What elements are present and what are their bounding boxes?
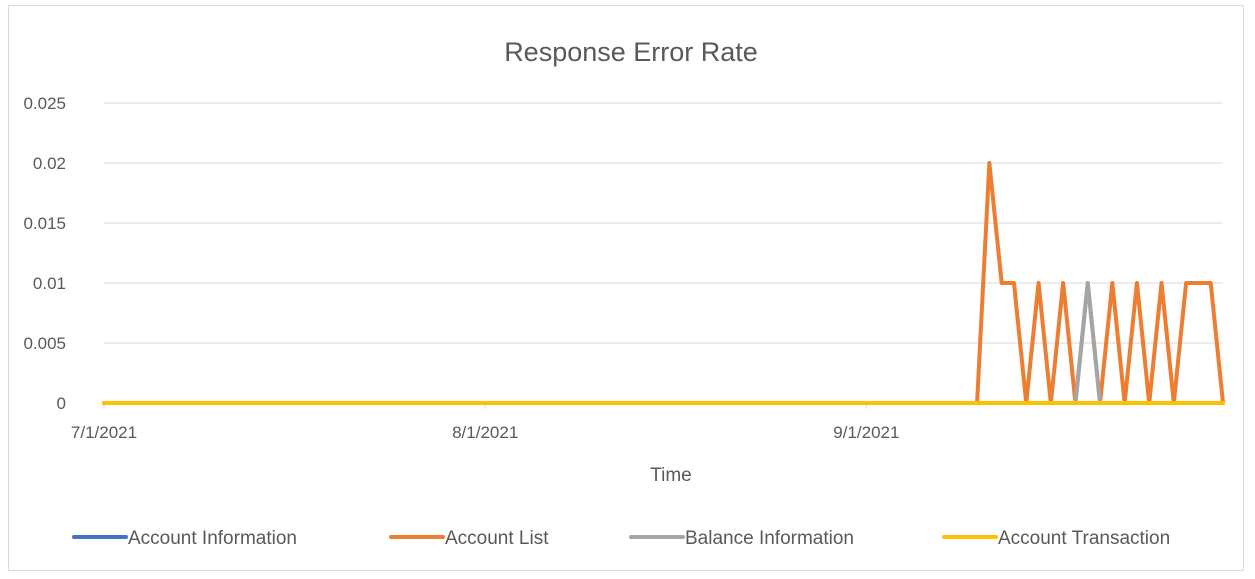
- y-tick-label: 0.015: [23, 214, 66, 233]
- x-tick-label: 7/1/2021: [71, 423, 137, 442]
- chart-title: Response Error Rate: [504, 37, 758, 67]
- x-tick-label: 8/1/2021: [452, 423, 518, 442]
- y-tick-label: 0.01: [33, 274, 66, 293]
- y-tick-label: 0.02: [33, 154, 66, 173]
- legend-label-balance-information: Balance Information: [685, 528, 854, 549]
- legend-label-account-list: Account List: [445, 528, 549, 549]
- x-tick-label: 9/1/2021: [833, 423, 899, 442]
- chart-frame: Response Error Rate 0 0.005 0.01 0.015 0.02 0…: [8, 5, 1244, 571]
- y-tick-label: 0.005: [23, 334, 66, 353]
- y-axis-ticks: 0 0.005 0.01 0.015 0.02 0.025: [23, 94, 66, 413]
- legend-label-account-information: Account Information: [128, 528, 297, 549]
- y-tick-label: 0: [57, 394, 66, 413]
- chart-svg: Response Error Rate 00.0050.010.0150.020…: [23, 37, 1225, 549]
- x-axis-label: Time: [650, 465, 692, 486]
- legend: Account Information Account List Balance I…: [72, 528, 1170, 549]
- legend-label-account-transaction: Account Transaction: [998, 528, 1170, 549]
- gridlines: [104, 102, 1223, 344]
- x-axis: 7/1/2021 8/1/2021 9/1/2021: [71, 402, 1223, 442]
- y-tick-label: 0.025: [23, 94, 66, 113]
